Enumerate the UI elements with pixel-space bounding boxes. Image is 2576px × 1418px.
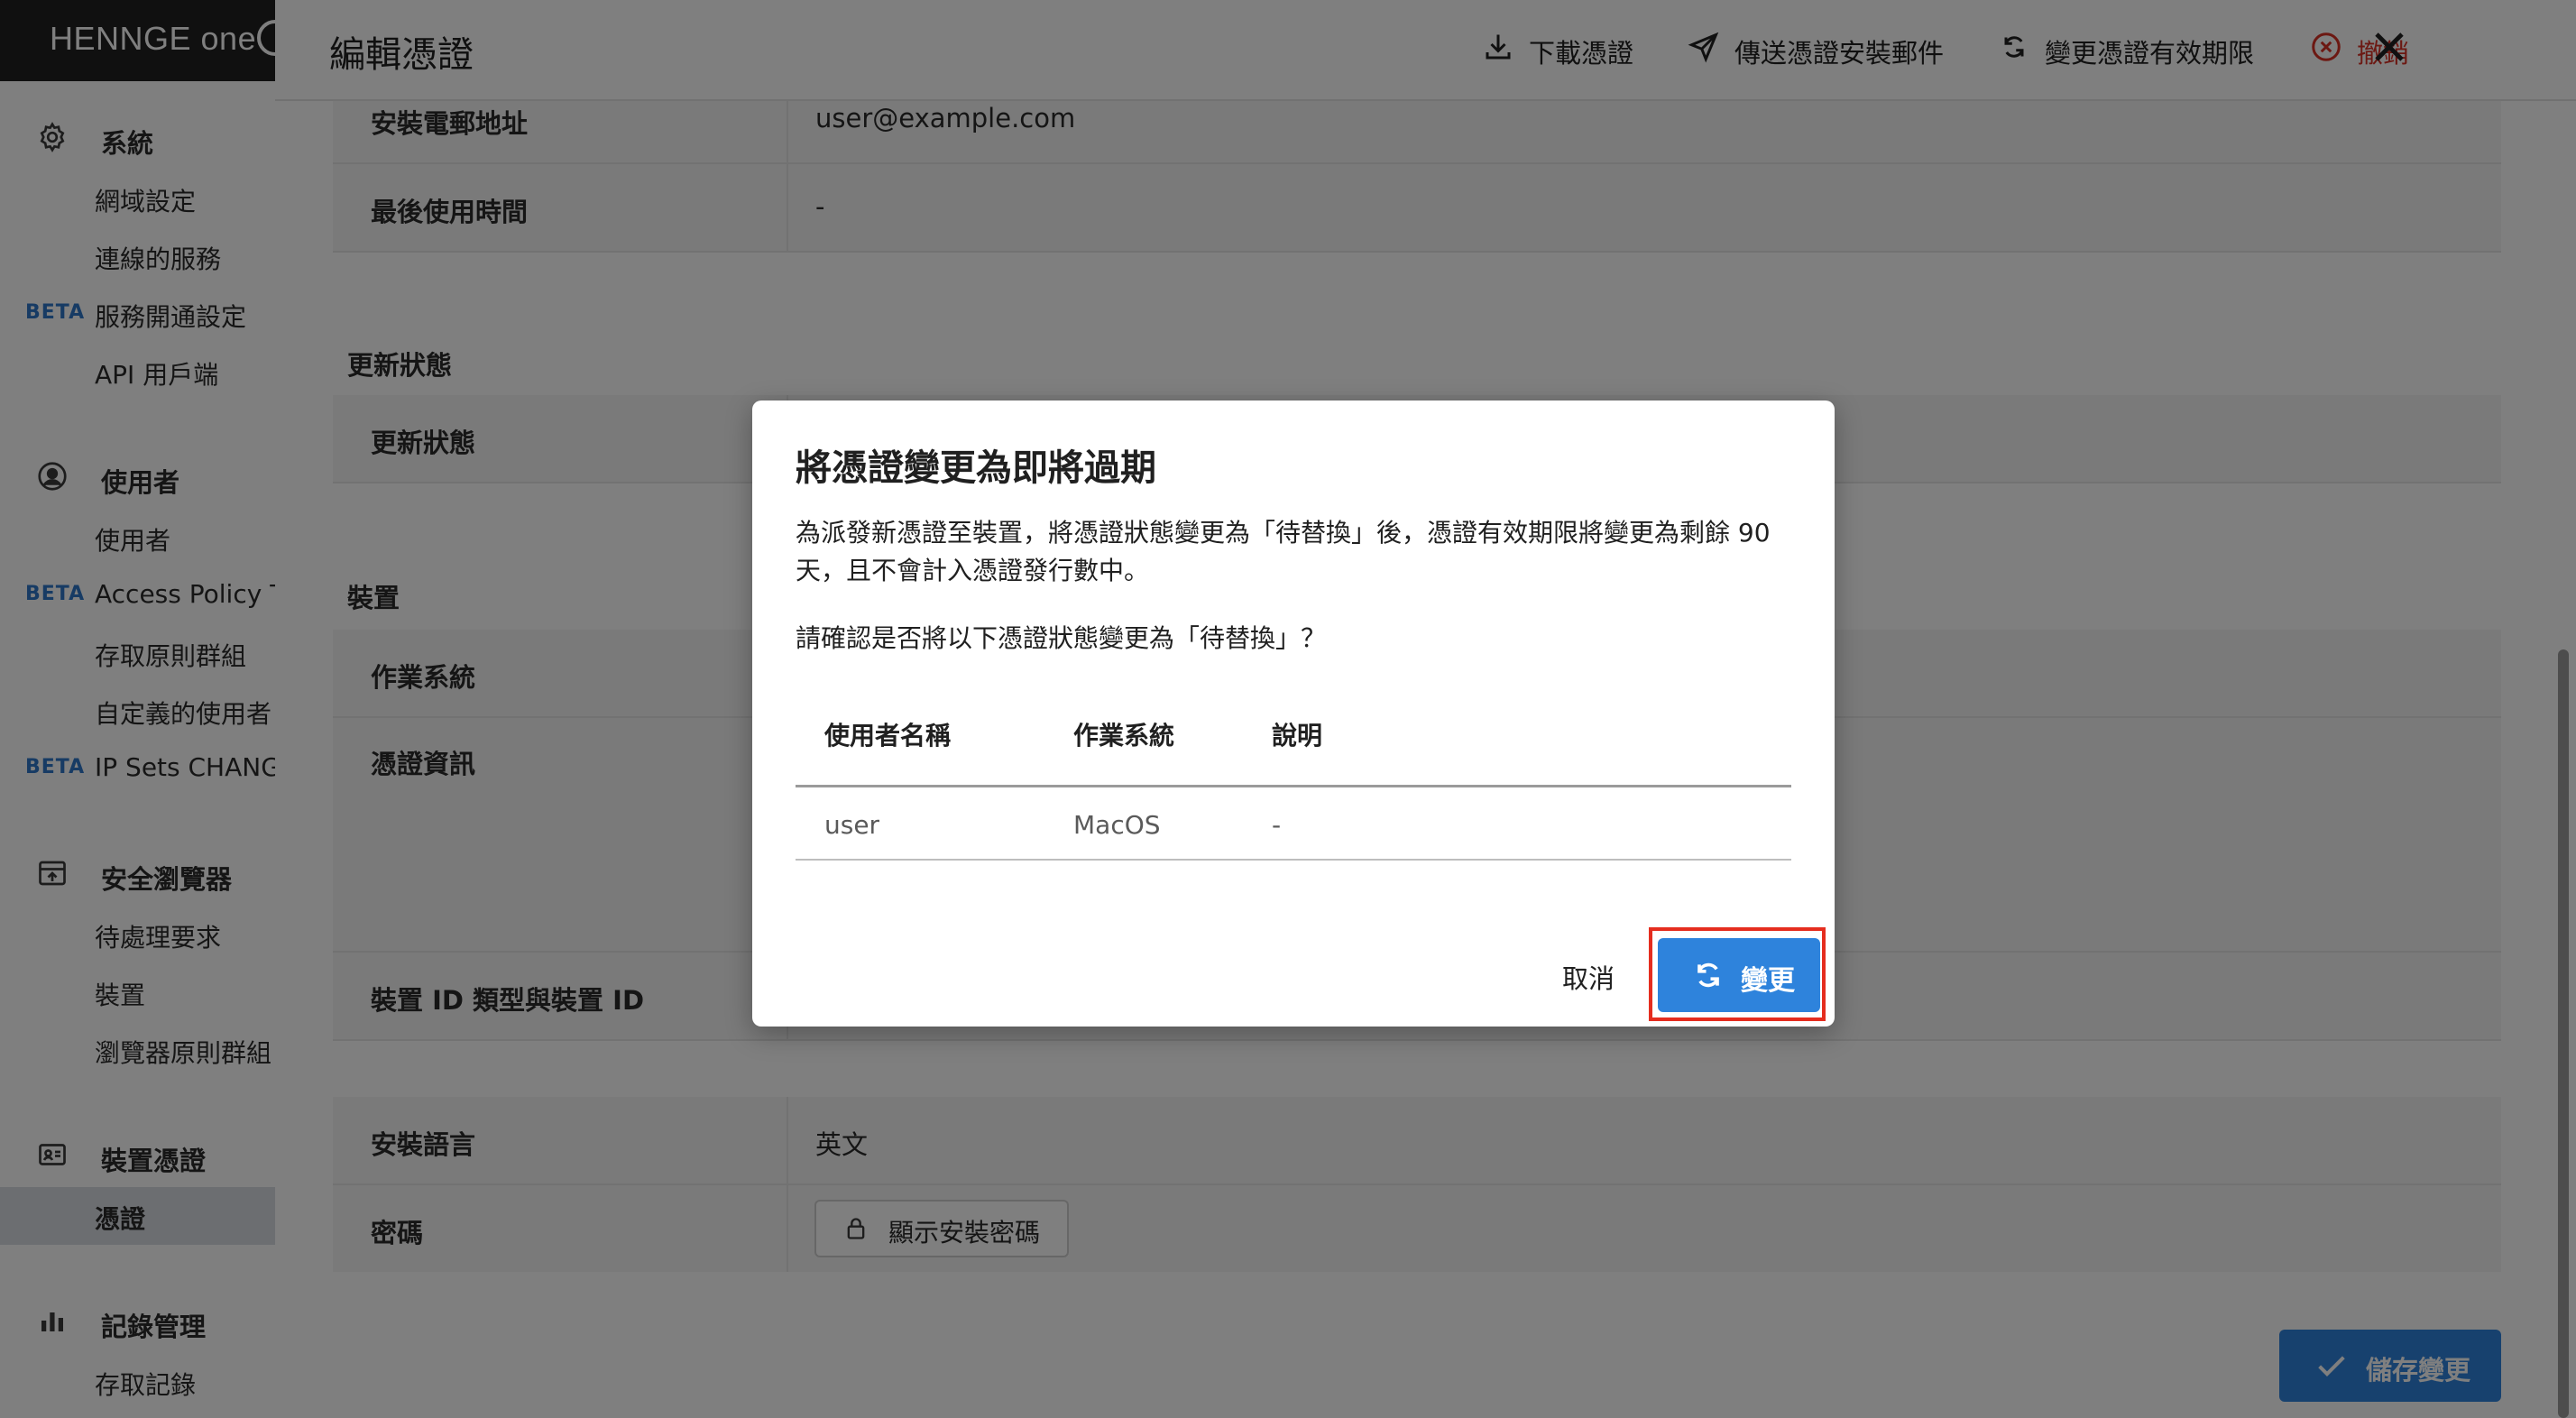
- table-cell-description: -: [1272, 810, 1282, 840]
- table-header-description: 說明: [1272, 721, 1323, 750]
- table-header-divider: [796, 785, 1791, 787]
- dialog-description: 為派發新憑證至裝置，將憑證狀態變更為「待替換」後，憑證有效期限將變更為剩餘 90…: [796, 518, 1771, 585]
- dialog-confirm-text: 請確認是否將以下憑證狀態變更為「待替換」？: [796, 623, 1327, 653]
- table-cell-os: MacOS: [1073, 810, 1161, 840]
- table-row-divider: [796, 859, 1791, 861]
- highlight-box: [1649, 927, 1826, 1021]
- table-cell-username: user: [824, 810, 880, 840]
- dialog-title: 將憑證變更為即將過期: [796, 447, 1156, 489]
- table-header-username: 使用者名稱: [824, 721, 952, 750]
- cancel-button[interactable]: 取消: [1562, 958, 1615, 996]
- table-header-os: 作業系統: [1073, 721, 1175, 750]
